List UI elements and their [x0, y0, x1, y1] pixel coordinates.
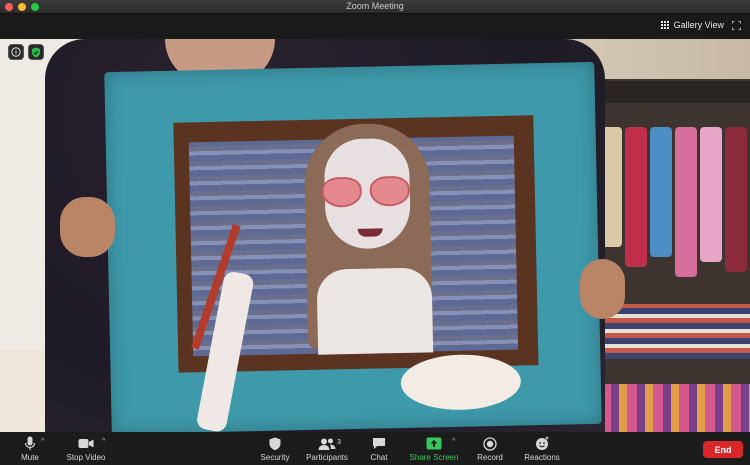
gallery-view-button[interactable]: Gallery View [660, 20, 724, 30]
video-feed [0, 39, 750, 432]
record-button[interactable]: Record [475, 432, 505, 465]
end-meeting-button[interactable]: End [703, 441, 743, 458]
reactions-icon [532, 435, 552, 452]
chat-bubble-icon [369, 435, 389, 452]
share-screen-label: Share Screen [409, 453, 459, 462]
mute-button[interactable]: Mute [14, 432, 46, 465]
video-camera-icon [76, 435, 96, 452]
info-icon [11, 47, 21, 57]
fullscreen-icon[interactable] [732, 21, 741, 30]
shield-icon [265, 435, 285, 452]
top-strip: Gallery View [0, 14, 750, 39]
participants-label: Participants [306, 453, 348, 462]
stop-video-label: Stop Video [66, 453, 106, 462]
security-button[interactable]: Security [255, 432, 295, 465]
gallery-view-label: Gallery View [673, 20, 724, 30]
artwork-painting [104, 61, 602, 432]
participants-count: 3 [337, 439, 341, 446]
encryption-button[interactable] [28, 44, 44, 60]
microphone-icon [20, 435, 40, 452]
participants-icon [317, 435, 337, 452]
record-icon [480, 435, 500, 452]
chat-label: Chat [370, 453, 388, 462]
meeting-info-button[interactable] [8, 44, 24, 60]
reactions-button[interactable]: Reactions [523, 432, 561, 465]
mute-label: Mute [21, 453, 39, 462]
audio-options-caret[interactable]: ^ [41, 438, 44, 445]
security-shield-icon [32, 47, 40, 57]
security-label: Security [260, 453, 290, 462]
video-options-caret[interactable]: ^ [102, 438, 105, 445]
title-bar: Zoom Meeting [0, 0, 750, 14]
chat-button[interactable]: Chat [366, 432, 392, 465]
stop-video-button[interactable]: Stop Video [64, 432, 108, 465]
window-title: Zoom Meeting [346, 1, 404, 11]
share-options-caret[interactable]: ^ [452, 438, 455, 445]
meeting-toolbar: Mute ^ Stop Video ^ Security Participant… [0, 432, 750, 465]
participants-button[interactable]: Participants [303, 432, 351, 465]
gallery-grid-icon [660, 21, 669, 29]
share-screen-icon [424, 435, 444, 452]
share-screen-button[interactable]: Share Screen [409, 432, 459, 465]
record-label: Record [477, 453, 503, 462]
reactions-label: Reactions [524, 453, 560, 462]
